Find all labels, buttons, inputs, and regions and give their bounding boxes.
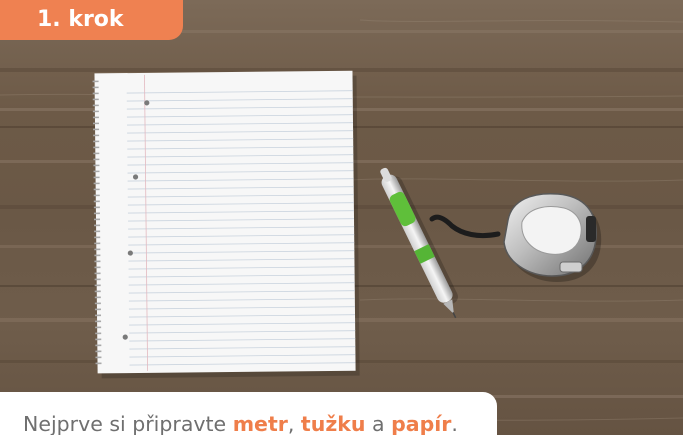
item-tuzka: tužku <box>300 412 366 435</box>
caption-sep: , <box>287 412 301 435</box>
caption-lead: Nejprve si připravte <box>23 412 233 435</box>
caption-panel: Nejprve si připravte metr, tužku a papír… <box>0 392 497 435</box>
step-badge: 1. krok <box>0 0 183 40</box>
caption-sep: a <box>365 412 392 435</box>
item-papir: papír <box>391 412 452 435</box>
step-photo <box>0 0 683 435</box>
step-caption: Nejprve si připravte metr, tužku a papír… <box>23 410 458 435</box>
notebook <box>92 70 360 379</box>
item-metr: metr <box>232 412 288 435</box>
caption-tail: . <box>451 412 458 435</box>
